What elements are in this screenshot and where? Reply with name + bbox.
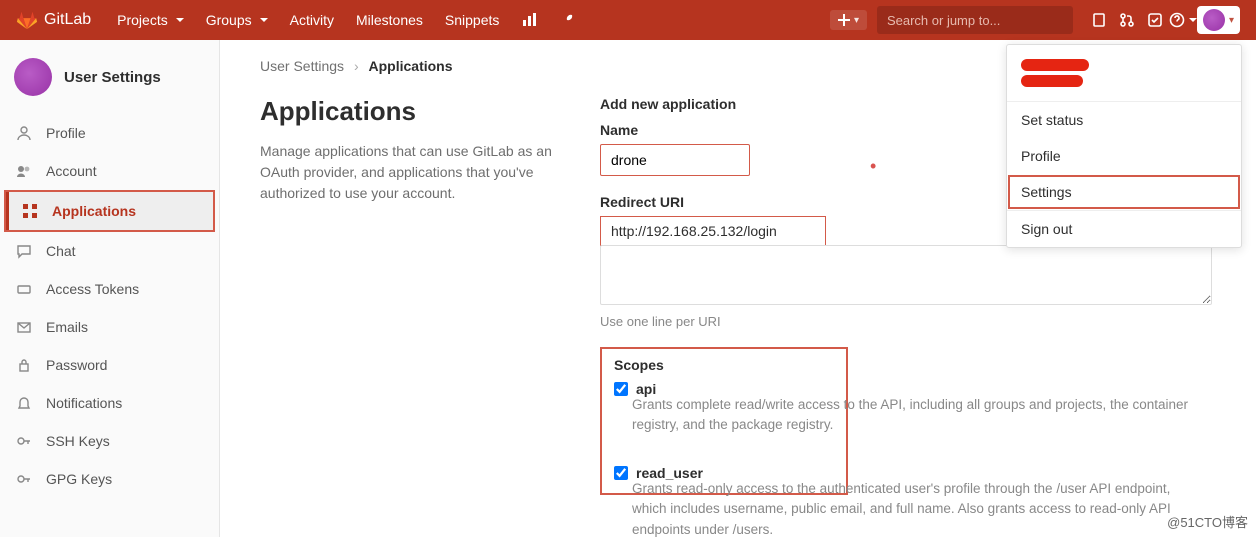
bell-icon	[16, 395, 32, 411]
sidebar-item-label: Password	[46, 357, 107, 373]
sidebar-item-emails[interactable]: Emails	[0, 308, 219, 346]
page-title: Applications	[260, 96, 560, 127]
breadcrumb-root[interactable]: User Settings	[260, 58, 344, 74]
sidebar-item-ssh-keys[interactable]: SSH Keys	[0, 422, 219, 460]
sidebar-item-access-tokens[interactable]: Access Tokens	[0, 270, 219, 308]
redirect-hint: Use one line per URI	[600, 314, 1216, 329]
required-dot-icon: •	[870, 156, 876, 177]
sidebar-item-chat[interactable]: Chat	[0, 232, 219, 270]
user-menu-header	[1007, 45, 1241, 102]
scope-api-desc: Grants complete read/write access to the…	[632, 395, 1202, 436]
issues-icon[interactable]	[1085, 6, 1113, 34]
sidebar-item-profile[interactable]: Profile	[0, 114, 219, 152]
sidebar-item-notifications[interactable]: Notifications	[0, 384, 219, 422]
nav-projects[interactable]: Projects	[109, 6, 192, 34]
key-icon	[16, 471, 32, 487]
scope-read-user-checkbox[interactable]	[614, 466, 628, 480]
brand-text: GitLab	[44, 11, 91, 29]
scope-api-checkbox[interactable]	[614, 382, 628, 396]
chevron-down-icon: ▾	[1229, 15, 1234, 26]
redacted-username	[1021, 59, 1089, 71]
gitlab-icon	[16, 9, 38, 31]
token-icon	[16, 281, 32, 297]
sidebar-item-password[interactable]: Password	[0, 346, 219, 384]
user-avatar-dropdown[interactable]: ▾	[1197, 6, 1240, 34]
user-menu-settings[interactable]: Settings	[1007, 174, 1241, 210]
page-intro: Applications Manage applications that ca…	[260, 96, 560, 495]
chevron-down-icon: ▾	[854, 15, 859, 26]
user-menu: Set status Profile Settings Sign out	[1006, 44, 1242, 248]
search-input[interactable]	[887, 13, 1063, 28]
redirect-uri-value[interactable]: http://192.168.25.132/login	[600, 216, 826, 246]
merge-requests-icon[interactable]	[1113, 6, 1141, 34]
account-icon	[16, 163, 32, 179]
scope-read-user-desc: Grants read-only access to the authentic…	[632, 479, 1202, 540]
sidebar-item-account[interactable]: Account	[0, 152, 219, 190]
todos-icon[interactable]	[1141, 6, 1169, 34]
content: User Settings › Applications Application…	[220, 40, 1256, 537]
nav-milestones[interactable]: Milestones	[348, 6, 431, 34]
sidebar-item-label: Profile	[46, 125, 86, 141]
user-menu-sign-out[interactable]: Sign out	[1007, 211, 1241, 247]
key-icon	[16, 433, 32, 449]
sidebar-item-label: Account	[46, 163, 97, 179]
scopes-section: Scopes api read_user	[600, 347, 1216, 495]
sidebar-item-gpg-keys[interactable]: GPG Keys	[0, 460, 219, 498]
nav-analytics-icon[interactable]	[513, 6, 545, 34]
user-menu-set-status[interactable]: Set status	[1007, 102, 1241, 138]
plus-icon	[838, 14, 850, 26]
sidebar-item-label: GPG Keys	[46, 471, 112, 487]
name-input[interactable]	[600, 144, 750, 176]
nav-groups[interactable]: Groups	[198, 6, 276, 34]
new-dropdown[interactable]: ▾	[830, 10, 867, 30]
sidebar-item-label: Notifications	[46, 395, 122, 411]
top-nav: Projects Groups Activity Milestones Snip…	[109, 6, 583, 34]
page-description: Manage applications that can use GitLab …	[260, 141, 560, 204]
scopes-label: Scopes	[614, 357, 834, 373]
nav-snippets[interactable]: Snippets	[437, 6, 507, 34]
apps-icon	[22, 203, 38, 219]
sidebar-item-label: Emails	[46, 319, 88, 335]
topbar: GitLab Projects Groups Activity Mileston…	[0, 0, 1256, 40]
sidebar-header: User Settings	[0, 50, 219, 114]
sidebar: User Settings Profile Account Applicatio…	[0, 40, 220, 537]
nav-activity[interactable]: Activity	[282, 6, 342, 34]
email-icon	[16, 319, 32, 335]
breadcrumb-sep-icon: ›	[354, 58, 359, 74]
sidebar-item-label: SSH Keys	[46, 433, 110, 449]
chat-icon	[16, 243, 32, 259]
avatar-icon	[1203, 9, 1225, 31]
nav-admin-wrench-icon[interactable]	[551, 6, 583, 34]
search-box[interactable]	[877, 6, 1073, 34]
sidebar-item-label: Chat	[46, 243, 76, 259]
user-menu-profile[interactable]: Profile	[1007, 138, 1241, 174]
breadcrumb-current: Applications	[369, 58, 453, 74]
redacted-handle	[1021, 75, 1083, 87]
sidebar-item-label: Applications	[52, 203, 136, 219]
watermark: @51CTO博客	[1167, 512, 1248, 531]
redirect-uri-textarea[interactable]	[600, 245, 1212, 305]
help-icon[interactable]	[1169, 6, 1197, 34]
avatar-icon	[14, 58, 52, 96]
profile-icon	[16, 125, 32, 141]
lock-icon	[16, 357, 32, 373]
page-body: User Settings Profile Account Applicatio…	[0, 40, 1256, 537]
sidebar-title: User Settings	[64, 69, 161, 86]
gitlab-logo[interactable]: GitLab	[16, 9, 91, 31]
sidebar-item-applications[interactable]: Applications	[6, 192, 213, 230]
sidebar-item-label: Access Tokens	[46, 281, 139, 297]
